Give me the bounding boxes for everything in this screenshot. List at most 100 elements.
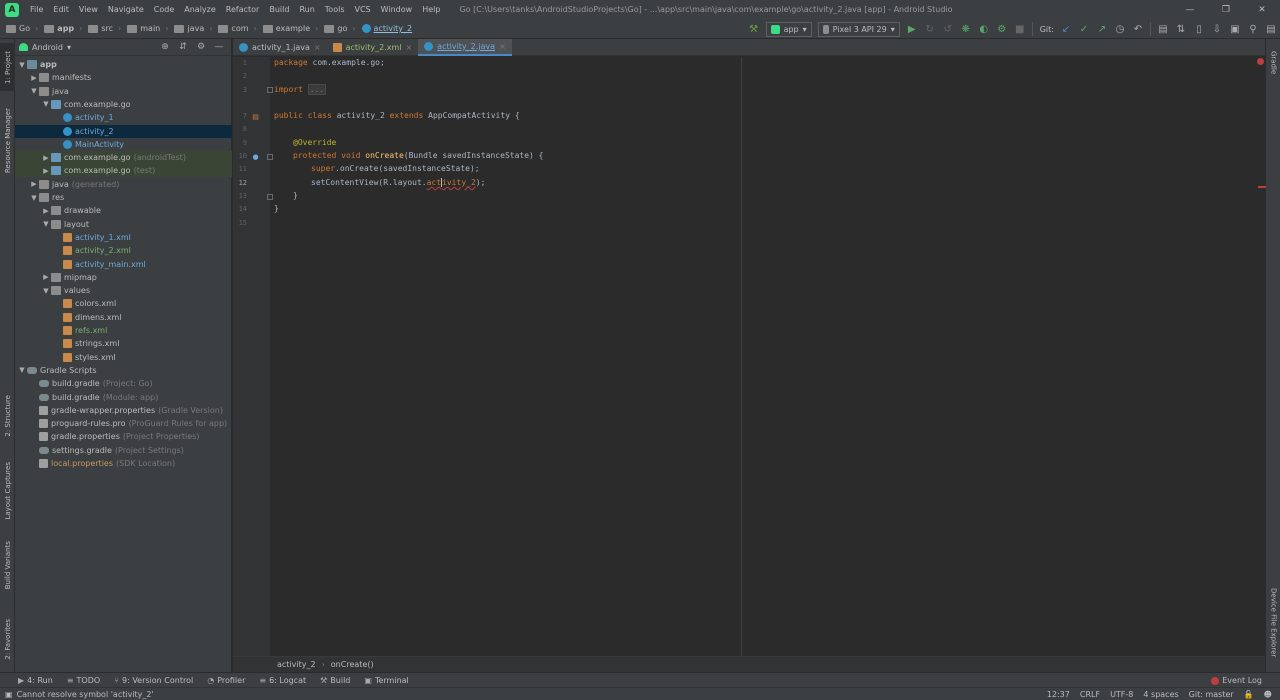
layout-inspector-icon[interactable]: ▣	[1226, 20, 1244, 38]
collapsed-arrow-icon[interactable]: ▶	[41, 167, 51, 175]
apply-code-changes-icon[interactable]: ↺	[939, 20, 957, 38]
sync-gradle-icon[interactable]: ⇅	[1172, 20, 1190, 38]
git-history-icon[interactable]: ◷	[1111, 20, 1129, 38]
breadcrumb-class[interactable]: activity_2	[277, 660, 316, 669]
tab-resource-manager[interactable]: Resource Manager	[0, 103, 15, 179]
git-branch[interactable]: Git: master	[1189, 690, 1234, 699]
minimize-icon[interactable]: —	[1172, 0, 1208, 19]
hammer-icon[interactable]: ⚒	[745, 20, 763, 38]
breadcrumb-item[interactable]: example ›	[257, 24, 318, 33]
collapsed-arrow-icon[interactable]: ▶	[41, 207, 51, 215]
menu-file[interactable]: File	[25, 0, 48, 19]
tree-item[interactable]: ▼ com.example.go	[15, 98, 232, 111]
close-tab-icon[interactable]: ×	[405, 43, 412, 52]
breadcrumb-item[interactable]: src ›	[82, 24, 121, 33]
menu-build[interactable]: Build	[264, 0, 294, 19]
tree-item[interactable]: ▼ layout	[15, 218, 232, 231]
gear-icon[interactable]: ⚙	[193, 42, 209, 52]
code-editor[interactable]	[270, 57, 1258, 656]
expanded-arrow-icon[interactable]: ▼	[17, 61, 27, 69]
breadcrumb-item[interactable]: main ›	[121, 24, 168, 33]
tree-item[interactable]: refs.xml	[15, 324, 232, 337]
hide-icon[interactable]: —	[211, 42, 227, 52]
run-icon[interactable]: ▶	[903, 20, 921, 38]
error-stripe-mark[interactable]	[1258, 186, 1266, 188]
expanded-arrow-icon[interactable]: ▼	[29, 87, 39, 95]
git-commit-icon[interactable]: ✓	[1075, 20, 1093, 38]
collapsed-arrow-icon[interactable]: ▶	[29, 74, 39, 82]
run-config-select[interactable]: app ▾	[765, 21, 812, 37]
bottom-tab-build[interactable]: ⚒ Build	[320, 676, 350, 685]
menu-window[interactable]: Window	[376, 0, 418, 19]
tree-item[interactable]: ▶ mipmap	[15, 271, 232, 284]
menu-run[interactable]: Run	[294, 0, 319, 19]
collapse-all-icon[interactable]: ⇵	[175, 42, 191, 52]
breadcrumb-method[interactable]: onCreate()	[331, 660, 374, 669]
bottom-tab-terminal[interactable]: ▣ Terminal	[364, 676, 408, 685]
tab-project[interactable]: 1: Project	[0, 43, 15, 91]
menu-view[interactable]: View	[74, 0, 103, 19]
editor-tab[interactable]: activity_2.xml ×	[327, 39, 419, 56]
tree-item[interactable]: activity_2.xml	[15, 244, 232, 257]
bottom-tab-todo[interactable]: ≡ TODO	[67, 676, 100, 685]
tree-item[interactable]: ▶ drawable	[15, 204, 232, 217]
project-view-select[interactable]: Android ▾	[19, 43, 71, 52]
event-log-tab[interactable]: Event Log	[1211, 673, 1262, 688]
tab-structure[interactable]: 2: Structure	[0, 389, 15, 443]
close-tab-icon[interactable]: ×	[499, 42, 506, 51]
indent-setting[interactable]: 4 spaces	[1143, 690, 1178, 699]
tab-gradle[interactable]: Gradle	[1266, 43, 1280, 83]
lock-icon[interactable]: 🔓	[1244, 690, 1254, 699]
fold-method-end-icon[interactable]	[267, 194, 273, 200]
bottom-tab-logcat[interactable]: ≡ 6: Logcat	[259, 676, 306, 685]
menu-code[interactable]: Code	[149, 0, 179, 19]
menu-navigate[interactable]: Navigate	[103, 0, 149, 19]
line-separator[interactable]: CRLF	[1080, 690, 1100, 699]
tree-item[interactable]: proguard-rules.pro (ProGuard Rules for ap…	[15, 417, 232, 430]
tree-item[interactable]: activity_2	[15, 124, 232, 138]
fold-method-icon[interactable]	[267, 154, 273, 160]
bottom-tab-profiler[interactable]: ◔ Profiler	[207, 676, 245, 685]
apply-changes-icon[interactable]: ↻	[921, 20, 939, 38]
tree-item[interactable]: activity_main.xml	[15, 258, 232, 271]
git-rollback-icon[interactable]: ↶	[1129, 20, 1147, 38]
expanded-arrow-icon[interactable]: ▼	[41, 287, 51, 295]
close-icon[interactable]: ✕	[1244, 0, 1280, 19]
menu-vcs[interactable]: VCS	[350, 0, 376, 19]
tree-item[interactable]: styles.xml	[15, 351, 232, 364]
debug-icon[interactable]: ❋	[957, 20, 975, 38]
tree-item[interactable]: activity_1	[15, 111, 232, 124]
avd-manager-icon[interactable]: ▯	[1190, 20, 1208, 38]
git-push-icon[interactable]: ↗	[1093, 20, 1111, 38]
expanded-arrow-icon[interactable]: ▼	[41, 100, 51, 108]
collapsed-arrow-icon[interactable]: ▶	[41, 154, 51, 162]
tree-item[interactable]: MainActivity	[15, 138, 232, 151]
project-structure-icon[interactable]: ▤	[1154, 20, 1172, 38]
expanded-arrow-icon[interactable]: ▼	[41, 220, 51, 228]
breadcrumb-item[interactable]: Go ›	[0, 24, 38, 33]
close-tab-icon[interactable]: ×	[314, 43, 321, 52]
menu-refactor[interactable]: Refactor	[221, 0, 265, 19]
bottom-tab-vcs[interactable]: ⑂ 9: Version Control	[114, 676, 193, 685]
bottom-tab-run[interactable]: ▶ 4: Run	[18, 676, 53, 685]
tree-item[interactable]: build.gradle (Project: Go)	[15, 377, 232, 390]
tree-item[interactable]: strings.xml	[15, 337, 232, 350]
fold-import-icon[interactable]	[267, 87, 273, 93]
git-update-icon[interactable]: ↙	[1057, 20, 1075, 38]
menu-edit[interactable]: Edit	[48, 0, 74, 19]
sdk-manager-icon[interactable]: ⇩	[1208, 20, 1226, 38]
breadcrumb-item[interactable]: java ›	[168, 24, 212, 33]
expanded-arrow-icon[interactable]: ▼	[29, 194, 39, 202]
tree-item[interactable]: ▶ java (generated)	[15, 178, 232, 191]
tree-item[interactable]: ▼ res	[15, 191, 232, 204]
attach-debugger-icon[interactable]: ⚙	[993, 20, 1011, 38]
maximize-icon[interactable]: ❐	[1208, 0, 1244, 19]
tree-item[interactable]: colors.xml	[15, 297, 232, 310]
tab-build-variants[interactable]: Build Variants	[0, 539, 15, 591]
expanded-arrow-icon[interactable]: ▼	[17, 366, 27, 374]
assistant-icon[interactable]: ▤	[1262, 20, 1280, 38]
error-indicator-icon[interactable]	[1257, 58, 1264, 65]
tree-item[interactable]: ▼ java	[15, 85, 232, 98]
override-method-icon[interactable]: ●	[251, 152, 260, 161]
breadcrumb-item[interactable]: app ›	[38, 24, 82, 33]
